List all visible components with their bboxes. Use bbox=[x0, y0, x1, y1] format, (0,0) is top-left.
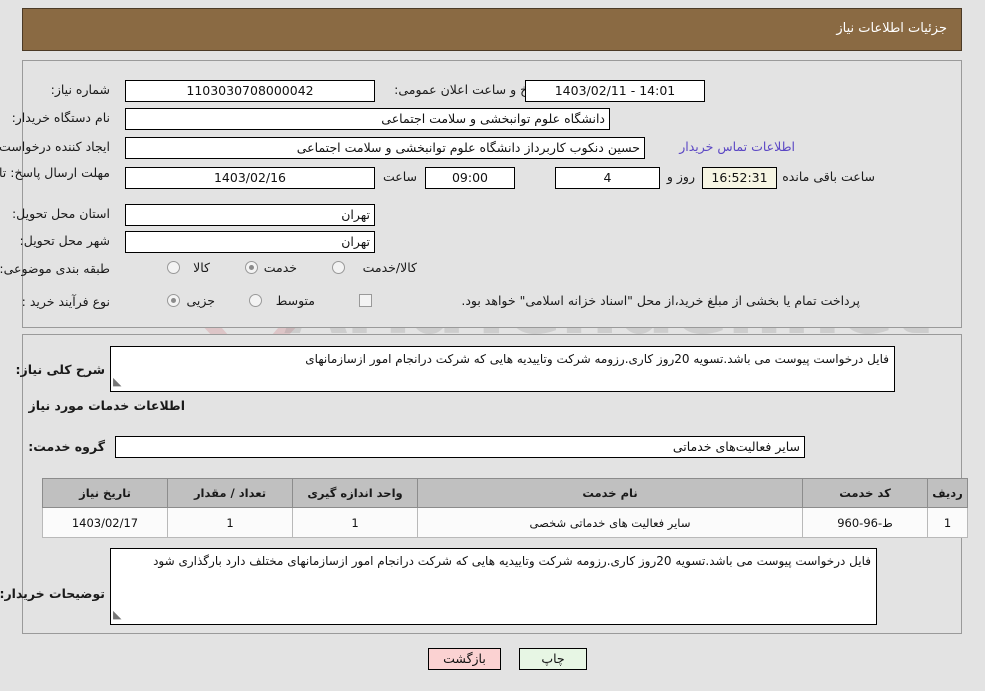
buyer-notes-value[interactable]: فایل درخواست پیوست می باشد.تسویه 20روز ک… bbox=[110, 548, 877, 625]
radio-purchase-motavaset[interactable] bbox=[249, 294, 262, 307]
table-header-row: ردیف کد خدمت نام خدمت واحد اندازه گیری ت… bbox=[42, 478, 968, 508]
checkbox-islamic-treasury-label: پرداخت تمام یا بخشی از مبلغ خرید،از محل … bbox=[461, 293, 860, 308]
radio-subject-khedmat-label: خدمت bbox=[263, 260, 297, 275]
general-description-text: فایل درخواست پیوست می باشد.تسویه 20روز ک… bbox=[305, 352, 889, 366]
buyer-notes-text: فایل درخواست پیوست می باشد.تسویه 20روز ک… bbox=[153, 554, 871, 568]
deadline-date-value: 1403/02/16 bbox=[125, 167, 375, 189]
resize-grip-icon-2[interactable]: ◢ bbox=[113, 605, 121, 624]
service-group-value: سایر فعالیت‌های خدماتی bbox=[115, 436, 805, 458]
th-service-code: کد خدمت bbox=[802, 478, 928, 508]
page-header: جزئیات اطلاعات نیاز bbox=[22, 8, 962, 51]
announce-datetime-label: تاریخ و ساعت اعلان عمومی: bbox=[394, 82, 545, 97]
delivery-province-label: استان محل تحویل: bbox=[11, 206, 110, 221]
section-title: اطلاعات خدمات مورد نیاز bbox=[28, 398, 186, 413]
radio-purchase-motavaset-label: متوسط bbox=[275, 293, 315, 308]
need-number-label: شماره نیاز: bbox=[50, 82, 110, 97]
services-table: ردیف کد خدمت نام خدمت واحد اندازه گیری ت… bbox=[42, 478, 968, 538]
radio-subject-kala-khedmat-label: کالا/خدمت bbox=[362, 260, 417, 275]
cell-radif: 1 bbox=[927, 507, 968, 538]
deadline-countdown-label: ساعت باقی مانده bbox=[782, 169, 875, 184]
th-radif: ردیف bbox=[927, 478, 968, 508]
buyer-org-label: نام دستگاه خریدار: bbox=[11, 110, 110, 125]
back-button[interactable]: بازگشت bbox=[428, 648, 501, 670]
cell-service-code: ط-96-960 bbox=[802, 507, 928, 538]
need-number-value: 1103030708000042 bbox=[125, 80, 375, 102]
page-title: جزئیات اطلاعات نیاز bbox=[836, 21, 947, 36]
cell-quantity: 1 bbox=[167, 507, 293, 538]
requester-value: حسین دنکوب کاربرداز دانشگاه علوم توانبخش… bbox=[125, 137, 645, 159]
announce-datetime-value: 14:01 - 1403/02/11 bbox=[525, 80, 705, 102]
radio-purchase-jozei-label: جزیی bbox=[186, 293, 215, 308]
radio-purchase-jozei[interactable] bbox=[167, 294, 180, 307]
cell-service-name: سایر فعالیت های خدماتی شخصی bbox=[417, 507, 803, 538]
delivery-city-label: شهر محل تحویل: bbox=[19, 233, 110, 248]
th-need-date: تاریخ نیاز bbox=[42, 478, 168, 508]
deadline-time-value: 09:00 bbox=[425, 167, 515, 189]
deadline-days-label: روز و bbox=[666, 169, 695, 184]
general-description-label: شرح کلی نیاز: bbox=[15, 362, 105, 377]
th-service-name: نام خدمت bbox=[417, 478, 803, 508]
th-unit: واحد اندازه گیری bbox=[292, 478, 418, 508]
cell-unit: 1 bbox=[292, 507, 418, 538]
buyer-org-value: دانشگاه علوم توانبخشی و سلامت اجتماعی bbox=[125, 108, 610, 130]
general-description-value[interactable]: فایل درخواست پیوست می باشد.تسویه 20روز ک… bbox=[110, 346, 895, 392]
service-group-label: گروه خدمت: bbox=[28, 439, 105, 454]
radio-subject-kala-khedmat[interactable] bbox=[332, 261, 345, 274]
radio-subject-khedmat[interactable] bbox=[245, 261, 258, 274]
deadline-time-label: ساعت bbox=[382, 169, 417, 184]
deadline-countdown-value: 16:52:31 bbox=[702, 167, 777, 189]
deadline-days-value: 4 bbox=[555, 167, 660, 189]
buyer-notes-label: توضیحات خریدار: bbox=[0, 586, 105, 601]
delivery-city-value: تهران bbox=[125, 231, 375, 253]
subject-class-label: طبقه بندی موضوعی: bbox=[0, 261, 110, 276]
buyer-contact-link[interactable]: اطلاعات تماس خریدار bbox=[679, 139, 795, 154]
checkbox-islamic-treasury[interactable] bbox=[359, 294, 372, 307]
deadline-label: مهلت ارسال پاسخ: تا تاریخ: bbox=[0, 165, 110, 180]
cell-need-date: 1403/02/17 bbox=[42, 507, 168, 538]
purchase-type-label: نوع فرآیند خرید : bbox=[21, 294, 110, 309]
delivery-province-value: تهران bbox=[125, 204, 375, 226]
requester-label: ایجاد کننده درخواست: bbox=[0, 139, 110, 154]
table-row: 1 ط-96-960 سایر فعالیت های خدماتی شخصی 1… bbox=[42, 507, 968, 538]
print-button[interactable]: چاپ bbox=[519, 648, 587, 670]
radio-subject-kala[interactable] bbox=[167, 261, 180, 274]
th-quantity: تعداد / مقدار bbox=[167, 478, 293, 508]
resize-grip-icon[interactable]: ◢ bbox=[113, 372, 121, 391]
radio-subject-kala-label: کالا bbox=[193, 260, 210, 275]
